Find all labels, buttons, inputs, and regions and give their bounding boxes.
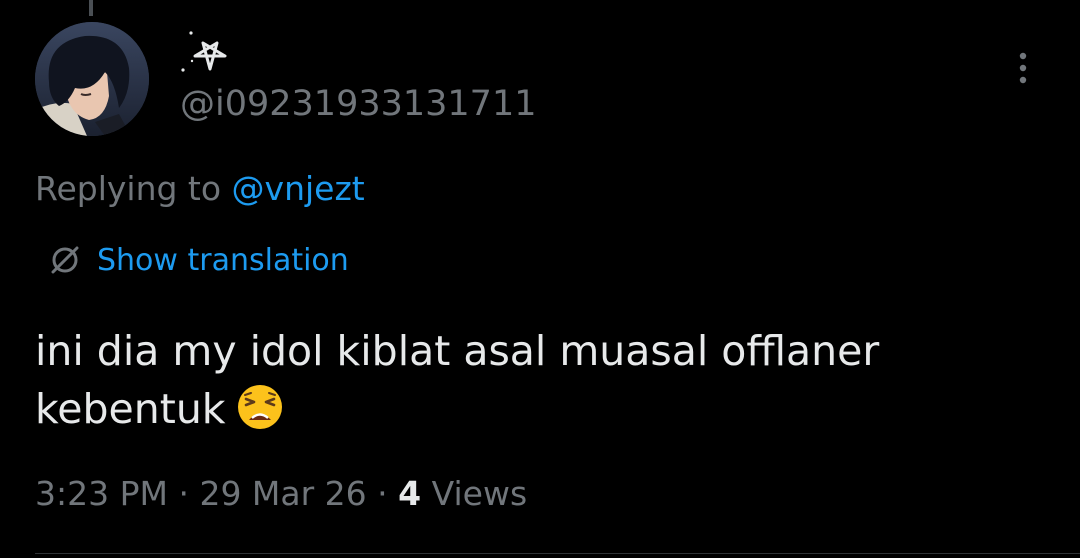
tweet-date[interactable]: 29 Mar 26 bbox=[199, 474, 366, 513]
display-name[interactable] bbox=[180, 27, 240, 77]
more-vertical-icon bbox=[1019, 52, 1027, 84]
tweet-text: ini dia my idol kiblat asal muasal offla… bbox=[35, 322, 1035, 438]
user-handle[interactable]: @i09231933131711 bbox=[180, 82, 536, 126]
tweet-text-line-1: ini dia my idol kiblat asal muasal offla… bbox=[35, 327, 880, 375]
tweet-text-line-2-text: kebentuk bbox=[35, 385, 226, 433]
divider bbox=[35, 553, 1080, 554]
globe-slash-icon bbox=[47, 242, 83, 278]
avatar[interactable] bbox=[35, 22, 149, 136]
views-count[interactable]: 4 bbox=[398, 474, 421, 513]
meta-separator-2: · bbox=[366, 474, 399, 513]
replying-prefix: Replying to bbox=[35, 169, 232, 208]
tired-face-emoji-icon bbox=[236, 383, 284, 431]
tweet-meta: 3:23 PM · 29 Mar 26 · 4 Views bbox=[35, 472, 527, 516]
mention-link[interactable]: @vnjezt bbox=[232, 169, 365, 208]
more-options-button[interactable] bbox=[1003, 50, 1043, 90]
thread-connector-line bbox=[89, 0, 93, 16]
show-translation-label: Show translation bbox=[97, 242, 349, 278]
anime-boy-avatar-icon bbox=[35, 22, 149, 136]
show-translation-button[interactable]: Show translation bbox=[47, 238, 349, 282]
tweet-text-line-2: kebentuk bbox=[35, 380, 1035, 438]
replying-to-line: Replying to @vnjezt bbox=[35, 167, 365, 211]
pentagram-icon bbox=[181, 31, 227, 72]
views-label[interactable]: Views bbox=[421, 474, 528, 513]
meta-separator-1: · bbox=[167, 474, 200, 513]
tweet-time[interactable]: 3:23 PM bbox=[35, 474, 168, 513]
